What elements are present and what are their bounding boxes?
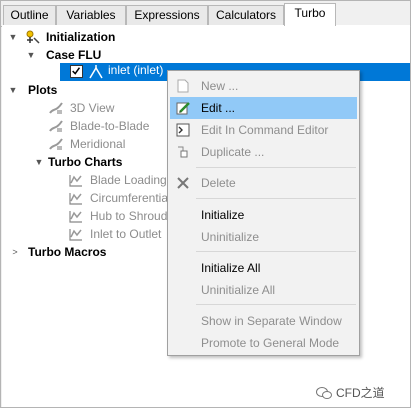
menu-item-duplicate[interactable]: Duplicate ...	[170, 141, 357, 163]
edit-icon	[176, 102, 190, 115]
tree-label: Inlet to Outlet	[90, 227, 162, 241]
menu-item-initialize[interactable]: Initialize	[170, 204, 357, 226]
menu-item-edit-command[interactable]: Edit In Command Editor	[170, 119, 357, 141]
chart-icon	[69, 193, 82, 205]
menu-label: Show in Separate Window	[201, 314, 342, 328]
menu-label: Duplicate ...	[201, 145, 265, 159]
turbo-panel: Outline Variables Expressions Calculator…	[0, 0, 411, 408]
menu-separator	[196, 198, 356, 199]
tab-bar: Outline Variables Expressions Calculator…	[1, 3, 411, 27]
menu-separator	[196, 304, 356, 305]
menu-item-show-separate[interactable]: Show in Separate Window	[170, 310, 357, 332]
menu-item-uninitialize-all[interactable]: Uninitialize All	[170, 279, 357, 301]
menu-item-new[interactable]: New ...	[170, 75, 357, 97]
tree-label: Circumferential	[90, 191, 171, 205]
inlet-checkbox[interactable]	[70, 65, 83, 78]
chart-icon	[69, 175, 82, 187]
wechat-icon	[316, 387, 332, 399]
menu-label: Initialize All	[201, 261, 261, 275]
menu-label: Initialize	[201, 208, 245, 222]
menu-label: Uninitialize	[201, 230, 260, 244]
chevron-down-icon[interactable]: ▼	[34, 153, 44, 171]
tree-label: Meridional	[70, 137, 126, 151]
tab-turbo[interactable]: Turbo	[284, 3, 336, 26]
chevron-right-icon[interactable]: >	[10, 243, 20, 261]
duplicate-icon	[178, 146, 188, 158]
watermark: CFD之道	[316, 383, 385, 403]
turbo-init-icon	[26, 30, 40, 44]
menu-separator	[196, 167, 356, 168]
menu-item-uninitialize[interactable]: Uninitialize	[170, 226, 357, 248]
menu-label: Promote to General Mode	[201, 336, 340, 350]
context-menu: New ... Edit ... Edit In Command Editor …	[167, 70, 360, 356]
tree-label: Blade Loading	[90, 173, 167, 187]
chevron-down-icon[interactable]: ▼	[8, 81, 18, 99]
command-editor-icon	[176, 123, 190, 137]
menu-label: Edit In Command Editor	[201, 123, 329, 137]
tree-label: Turbo Macros	[28, 245, 107, 259]
menu-label: Uninitialize All	[201, 283, 276, 297]
tab-variables[interactable]: Variables	[56, 5, 126, 25]
menu-item-delete[interactable]: Delete	[170, 172, 357, 194]
tree-label: Plots	[28, 83, 58, 97]
tree-item-initialization[interactable]: ▼ Initialization	[2, 28, 202, 46]
menu-item-promote[interactable]: Promote to General Mode	[170, 332, 357, 354]
delete-icon	[177, 177, 189, 189]
menu-item-edit[interactable]: Edit ...	[170, 97, 357, 119]
chevron-down-icon[interactable]: ▼	[26, 46, 36, 64]
plot-icon	[49, 138, 63, 150]
chart-icon	[69, 211, 82, 223]
tree-label: inlet (inlet)	[108, 63, 164, 77]
plot-icon	[49, 120, 63, 132]
chevron-down-icon[interactable]: ▼	[8, 28, 18, 46]
watermark-text: CFD之道	[336, 386, 385, 400]
tab-expressions[interactable]: Expressions	[126, 5, 208, 25]
tree-label: 3D View	[70, 101, 115, 115]
menu-separator	[196, 251, 356, 252]
tab-outline[interactable]: Outline	[3, 5, 56, 25]
tree-label: Initialization	[46, 30, 116, 44]
tab-calculators[interactable]: Calculators	[208, 5, 284, 25]
tree-label: Blade-to-Blade	[70, 119, 150, 133]
new-icon	[177, 79, 189, 93]
tree-item-case[interactable]: ▼ Case FLU	[2, 46, 202, 64]
checkmark-icon	[72, 67, 81, 75]
tree-label: Hub to Shroud	[90, 209, 168, 223]
menu-label: New ...	[201, 79, 239, 93]
menu-label: Edit ...	[201, 101, 236, 115]
tree-label: Case FLU	[46, 48, 102, 62]
plot-icon	[49, 102, 63, 114]
menu-item-initialize-all[interactable]: Initialize All	[170, 257, 357, 279]
tree-label: Turbo Charts	[48, 155, 123, 169]
menu-label: Delete	[201, 176, 236, 190]
inlet-boundary-icon	[89, 65, 103, 79]
chart-icon	[69, 229, 82, 241]
